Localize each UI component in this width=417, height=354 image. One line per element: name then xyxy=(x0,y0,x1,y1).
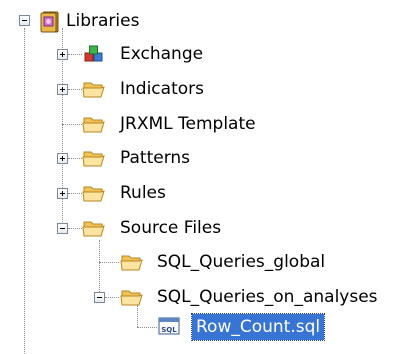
folder-icon xyxy=(82,148,106,168)
tree-item-indicators[interactable]: Indicators xyxy=(118,76,206,102)
tree-line xyxy=(62,124,82,125)
tree-line xyxy=(99,262,119,263)
tree-item-exchange[interactable]: Exchange xyxy=(118,41,205,67)
library-book-icon xyxy=(38,10,62,34)
folder-icon xyxy=(82,114,106,134)
tree-line xyxy=(105,297,119,298)
tree-line xyxy=(137,327,157,328)
expand-rules-toggle[interactable] xyxy=(57,188,68,199)
expand-indicators-toggle[interactable] xyxy=(57,84,68,95)
tree-line xyxy=(68,54,82,55)
sql-file-icon: SQL xyxy=(158,316,180,336)
expand-exchange-toggle[interactable] xyxy=(57,49,68,60)
project-tree: Libraries Exchange Indicators JRXML Temp… xyxy=(0,0,417,354)
tree-line xyxy=(68,158,82,159)
collapse-source-files-toggle[interactable] xyxy=(57,223,68,234)
tree-item-sql-queries-on-analyses[interactable]: SQL_Queries_on_analyses xyxy=(155,284,380,310)
tree-item-row-count-sql[interactable]: Row_Count.sql xyxy=(190,313,326,341)
folder-icon xyxy=(82,79,106,99)
folder-icon xyxy=(120,252,144,272)
exchange-cubes-icon xyxy=(82,44,106,64)
tree-line xyxy=(68,89,82,90)
folder-icon xyxy=(82,218,106,238)
collapse-libraries-toggle[interactable] xyxy=(19,15,30,26)
tree-item-rules[interactable]: Rules xyxy=(118,180,168,206)
tree-line xyxy=(68,228,82,229)
folder-icon xyxy=(82,183,106,203)
tree-line xyxy=(137,305,138,327)
tree-item-patterns[interactable]: Patterns xyxy=(118,145,192,171)
expand-patterns-toggle[interactable] xyxy=(57,153,68,164)
tree-item-source-files[interactable]: Source Files xyxy=(118,215,223,241)
collapse-sql-queries-on-analyses-toggle[interactable] xyxy=(94,292,105,303)
svg-text:SQL: SQL xyxy=(161,326,177,334)
tree-line xyxy=(99,240,100,296)
tree-line xyxy=(68,193,82,194)
folder-icon xyxy=(120,287,144,307)
tree-item-libraries[interactable]: Libraries xyxy=(64,8,141,34)
tree-item-sql-queries-global[interactable]: SQL_Queries_global xyxy=(155,249,327,275)
tree-item-jrxml-template[interactable]: JRXML Template xyxy=(118,111,258,137)
tree-line xyxy=(24,28,25,354)
